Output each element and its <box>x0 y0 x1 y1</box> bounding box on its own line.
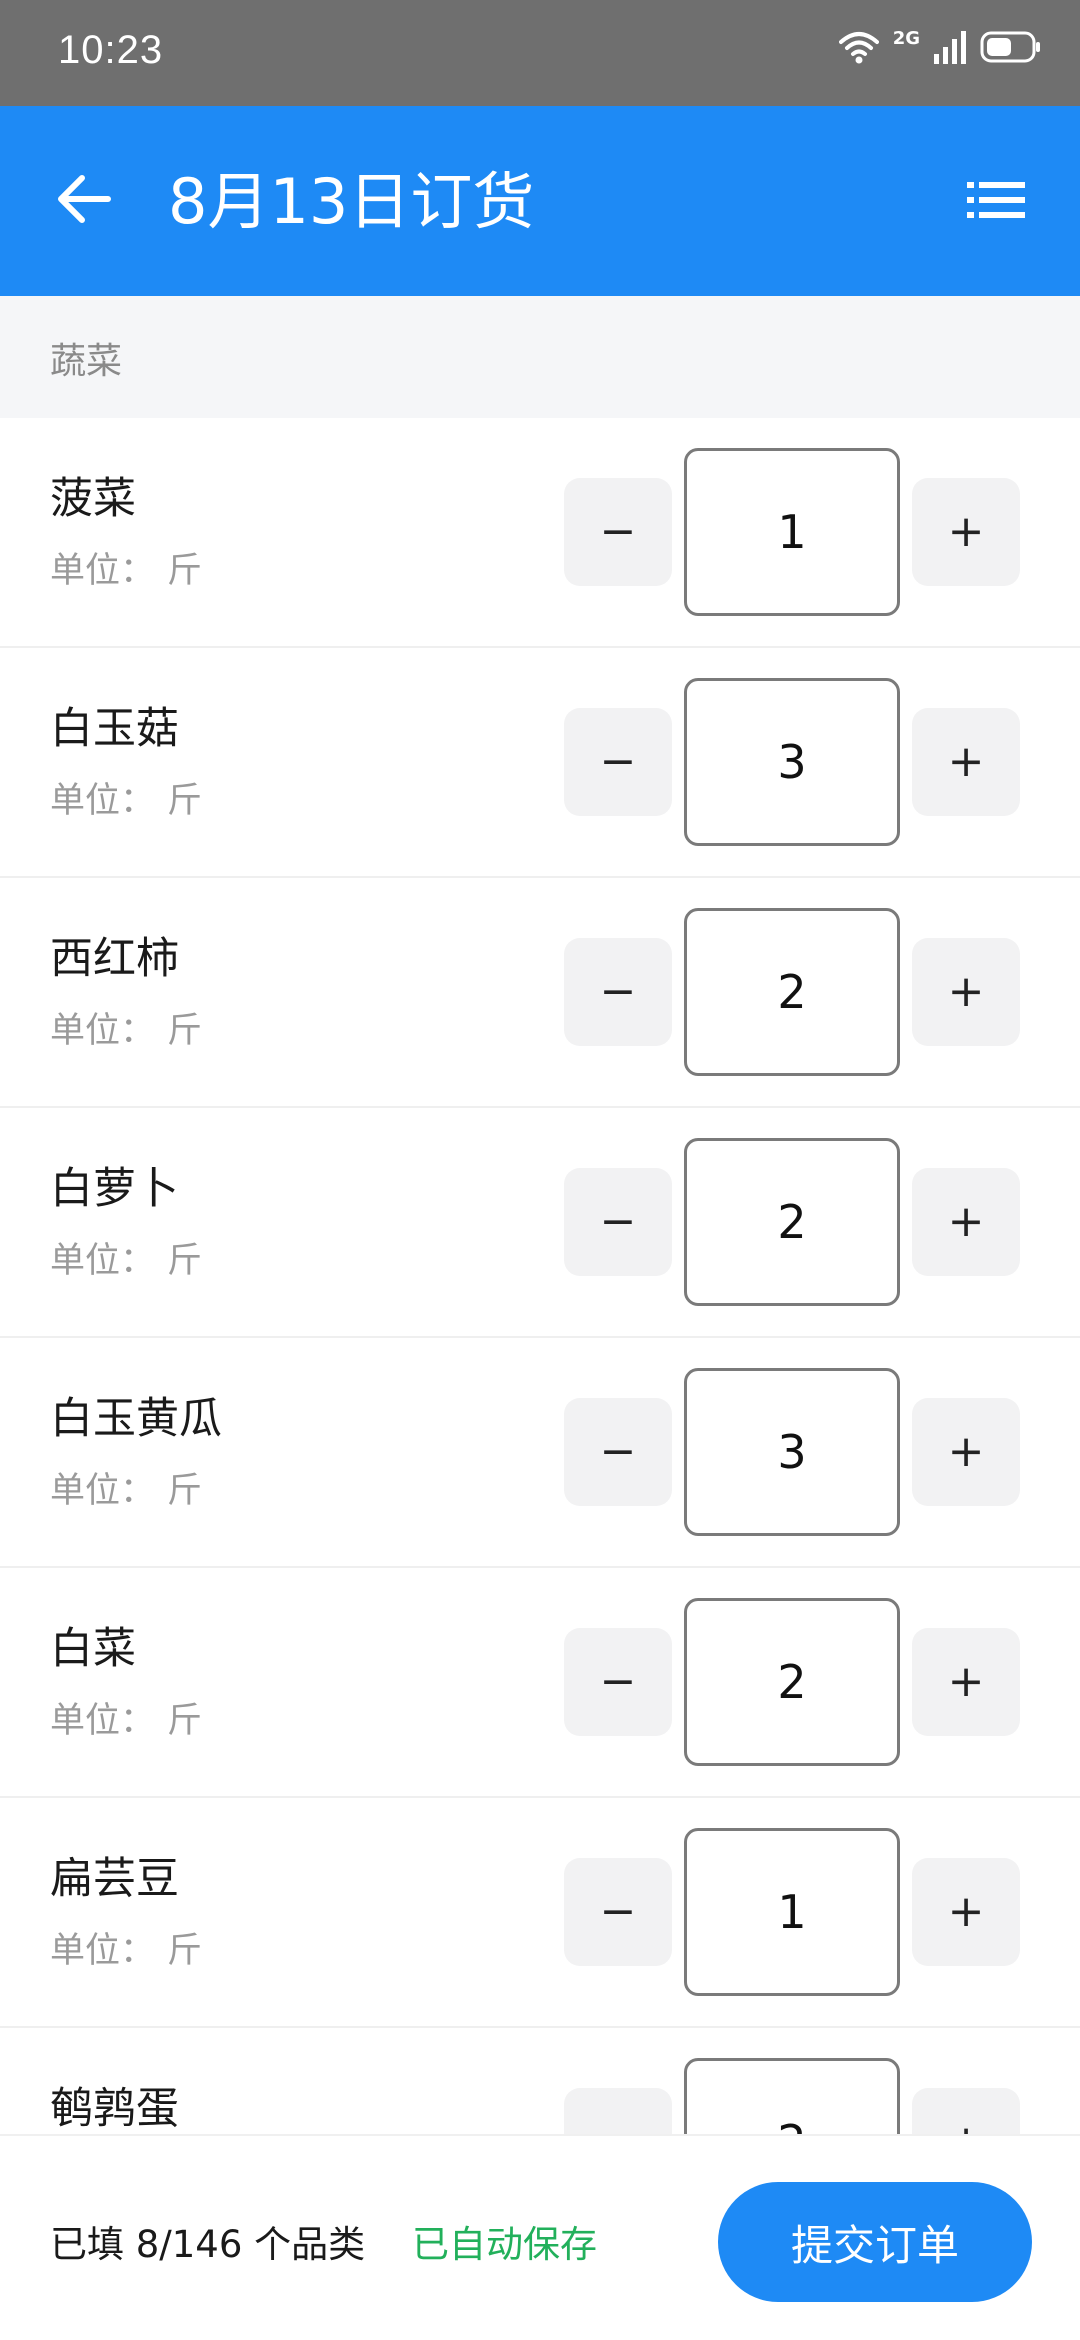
increment-button[interactable]: + <box>912 938 1020 1046</box>
increment-button[interactable]: + <box>912 708 1020 816</box>
increment-button[interactable]: + <box>912 1398 1020 1506</box>
status-icons: 2G <box>838 28 1042 68</box>
decrement-button[interactable]: − <box>564 1398 672 1506</box>
section-header: 蔬菜 <box>0 296 1080 418</box>
decrement-button[interactable]: − <box>564 938 672 1046</box>
autosave-status: 已自动保存 <box>412 2223 597 2266</box>
item-unit: 单位： 斤 <box>50 772 202 823</box>
decrement-button[interactable]: − <box>564 1168 672 1276</box>
decrement-button[interactable]: − <box>564 478 672 586</box>
page-title: 8月13日订货 <box>168 165 535 238</box>
list-item: 扁芸豆 单位： 斤 − 1 + <box>0 1798 1080 2028</box>
increment-button[interactable]: + <box>912 1858 1020 1966</box>
list-item: 菠菜 单位： 斤 − 1 + <box>0 418 1080 648</box>
increment-button[interactable]: + <box>912 1168 1020 1276</box>
unit-prefix: 单位： <box>50 1471 156 1511</box>
quantity-input[interactable]: 2 <box>684 1598 900 1766</box>
item-unit: 单位： 斤 <box>50 1232 202 1283</box>
decrement-button[interactable]: − <box>564 1858 672 1966</box>
list-menu-icon <box>967 180 1025 224</box>
status-bar: 10:23 2G <box>0 0 1080 106</box>
decrement-button[interactable]: − <box>564 708 672 816</box>
unit-prefix: 单位： <box>50 1241 156 1281</box>
signal-icon <box>934 30 966 68</box>
quantity-input[interactable]: 1 <box>684 1828 900 1996</box>
item-unit: 单位： 斤 <box>50 1922 202 1973</box>
quantity-input[interactable]: 2 <box>684 908 900 1076</box>
list-item: 鹌鹑蛋 单位：斤 − 2 + <box>0 2028 1080 2134</box>
item-name: 菠菜 <box>50 474 136 524</box>
unit-value: 斤 <box>167 1701 203 1741</box>
item-name: 白萝卜 <box>50 1164 179 1214</box>
unit-prefix: 单位： <box>50 551 156 591</box>
quantity-input[interactable]: 2 <box>684 2058 900 2134</box>
unit-value: 斤 <box>167 1241 203 1281</box>
list-item: 白玉菇 单位： 斤 − 3 + <box>0 648 1080 878</box>
quantity-input[interactable]: 1 <box>684 448 900 616</box>
item-name: 白菜 <box>50 1624 136 1674</box>
item-name: 西红柿 <box>50 934 179 984</box>
quantity-input[interactable]: 3 <box>684 678 900 846</box>
list-item: 白菜 单位： 斤 − 2 + <box>0 1568 1080 1798</box>
item-name: 鹌鹑蛋 <box>50 2084 179 2134</box>
unit-value: 斤 <box>167 781 203 821</box>
item-name: 扁芸豆 <box>50 1854 179 1904</box>
list-item: 白萝卜 单位： 斤 − 2 + <box>0 1108 1080 1338</box>
menu-button[interactable] <box>964 172 1028 232</box>
quantity-input[interactable]: 3 <box>684 1368 900 1536</box>
fill-status: 已填 8/146 个品类 <box>50 2223 366 2266</box>
item-unit: 单位： 斤 <box>50 542 202 593</box>
increment-button[interactable]: + <box>912 478 1020 586</box>
section-label: 蔬菜 <box>50 341 123 382</box>
item-unit: 单位： 斤 <box>50 1462 202 1513</box>
battery-icon <box>980 30 1042 68</box>
decrement-button[interactable]: − <box>564 1628 672 1736</box>
back-button[interactable] <box>52 166 116 236</box>
unit-prefix: 单位： <box>50 1701 156 1741</box>
item-name: 白玉黄瓜 <box>50 1394 222 1444</box>
item-list[interactable]: 菠菜 单位： 斤 − 1 + 白玉菇 单位： 斤 − 3 + 西红柿 单位： 斤 − … <box>0 418 1080 2134</box>
unit-prefix: 单位： <box>50 781 156 821</box>
submit-order-button[interactable]: 提交订单 <box>718 2182 1032 2302</box>
arrow-left-icon <box>56 174 112 228</box>
increment-button[interactable]: + <box>912 1628 1020 1736</box>
bottom-bar: 已填 8/146 个品类 已自动保存 提交订单 <box>0 2134 1080 2340</box>
item-unit: 单位： 斤 <box>50 1692 202 1743</box>
unit-value: 斤 <box>167 551 203 591</box>
unit-prefix: 单位： <box>50 1011 156 1051</box>
increment-button[interactable]: + <box>912 2088 1020 2134</box>
decrement-button[interactable]: − <box>564 2088 672 2134</box>
item-unit: 单位： 斤 <box>50 1002 202 1053</box>
wifi-icon <box>838 30 879 68</box>
app-bar: 8月13日订货 <box>0 106 1080 296</box>
item-name: 白玉菇 <box>50 704 179 754</box>
unit-prefix: 单位： <box>50 1931 156 1971</box>
list-item: 西红柿 单位： 斤 − 2 + <box>0 878 1080 1108</box>
quantity-input[interactable]: 2 <box>684 1138 900 1306</box>
unit-value: 斤 <box>167 1011 203 1051</box>
list-item: 白玉黄瓜 单位： 斤 − 3 + <box>0 1338 1080 1568</box>
network-type-label: 2G <box>892 28 920 49</box>
status-time: 10:23 <box>58 28 164 72</box>
unit-value: 斤 <box>167 1471 203 1511</box>
unit-value: 斤 <box>167 1931 203 1971</box>
